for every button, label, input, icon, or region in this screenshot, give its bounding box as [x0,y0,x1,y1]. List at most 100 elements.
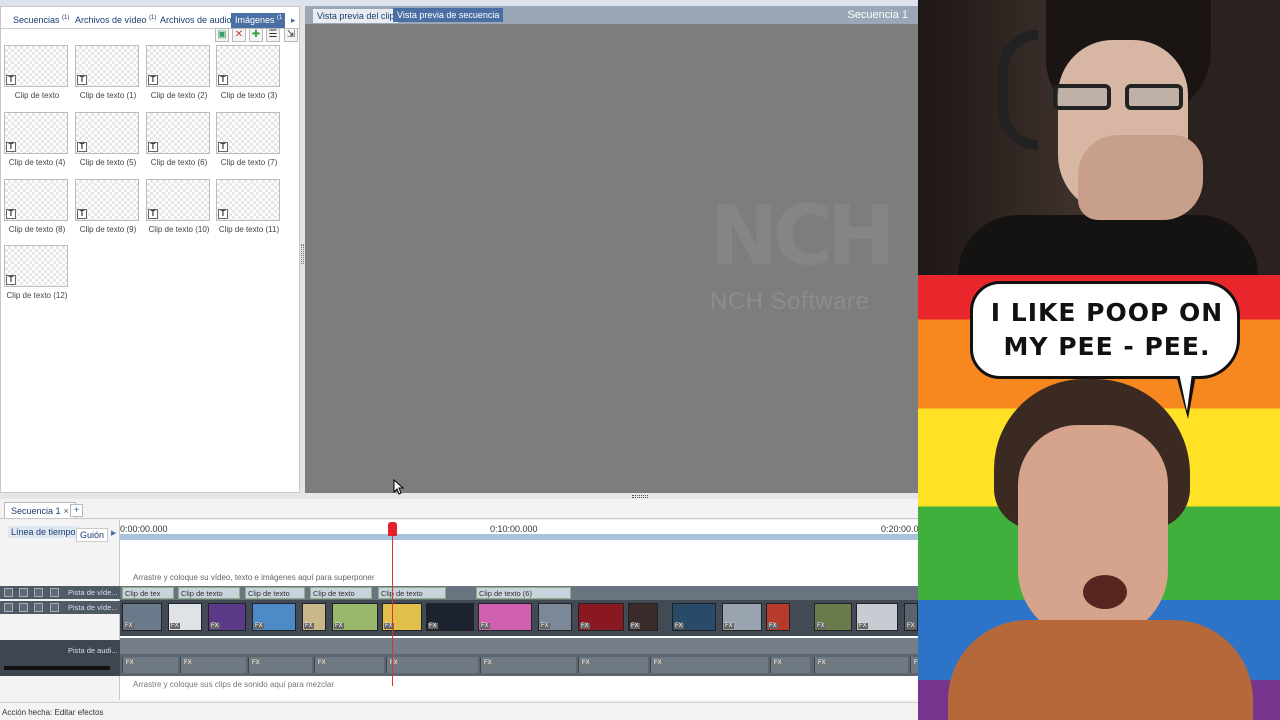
fx-icon[interactable]: FX [768,623,778,629]
video-clip[interactable]: FX [252,603,296,631]
video-clip[interactable]: FX [332,603,378,631]
audio-clip[interactable]: FX [314,657,384,673]
media-item[interactable]: T Clip de texto (2) [146,45,212,100]
close-icon[interactable]: × [64,506,69,516]
media-item[interactable]: T Clip de texto (4) [4,112,70,167]
audio-clip[interactable]: FX [386,657,478,673]
fx-icon[interactable]: FX [773,660,783,666]
fx-icon[interactable]: FX [630,623,640,629]
video-clip[interactable]: FX [426,603,474,631]
fx-icon[interactable]: FX [580,623,590,629]
add-sequence-button[interactable]: + [70,504,83,517]
text-clip[interactable]: Clip de texto [378,587,446,599]
lock-icon[interactable] [34,603,43,612]
fx-icon[interactable]: FX [183,660,193,666]
fx-icon[interactable]: FX [170,623,180,629]
resize-icon[interactable]: ⇲ [284,28,298,42]
fx-icon[interactable]: FX [210,623,220,629]
audio-clip[interactable]: FX [578,657,648,673]
media-item[interactable]: T Clip de texto (7) [216,112,282,167]
track-toggle-icon[interactable] [4,603,13,612]
fx-icon[interactable]: FX [254,623,264,629]
media-item[interactable]: T Clip de texto (6) [146,112,212,167]
video-clip[interactable]: FX [382,603,422,631]
eye-icon[interactable] [19,603,28,612]
playhead-line[interactable] [392,524,393,686]
media-item[interactable]: T Clip de texto (5) [75,112,141,167]
tab-clip-preview[interactable]: Vista previa del clip [313,9,399,23]
tab-sequence-preview[interactable]: Vista previa de secuencia [393,8,504,22]
audio-clip[interactable]: FX [248,657,312,673]
fx-icon[interactable]: FX [483,660,493,666]
video-clip[interactable]: FX [208,603,246,631]
fx-icon[interactable]: FX [125,660,135,666]
video-clip[interactable]: FX [856,603,898,631]
video-track-2-lane[interactable]: FX FX FX FX FX FX FX FX FX FX FX FX FX F… [120,600,918,636]
media-item[interactable]: T Clip de texto (10) [146,179,212,234]
fx-icon[interactable]: FX [334,623,344,629]
fx-icon[interactable]: FX [304,623,314,629]
video-clip[interactable]: FX [904,603,918,631]
video-track-1-lane[interactable]: Clip de tex Clip de texto Clip de texto … [120,586,918,600]
fx-icon[interactable]: FX [674,623,684,629]
fx-icon[interactable]: FX [653,660,663,666]
preview-canvas[interactable]: NCH NCH Software [305,24,918,493]
video-clip[interactable]: FX [766,603,790,631]
media-item[interactable]: T Clip de texto (1) [75,45,141,100]
audio-clip[interactable]: FX [480,657,576,673]
audio-clip[interactable]: FX [122,657,178,673]
media-item[interactable]: T Clip de texto (11) [216,179,282,234]
audio-clip[interactable]: FX [770,657,810,673]
sequence-tab[interactable]: Secuencia 1 × [4,502,76,518]
tab-images[interactable]: Imágenes (1 [231,13,286,28]
media-item[interactable]: T Clip de texto (3) [216,45,282,100]
text-clip[interactable]: Clip de texto [310,587,372,599]
video-clip[interactable]: FX [302,603,326,631]
list-view-icon[interactable]: ☰ [266,28,280,42]
fx-icon[interactable]: FX [817,660,827,666]
video-clip[interactable]: FX [672,603,716,631]
chevron-right-icon[interactable]: ▶ [111,529,116,537]
video-clip[interactable]: FX [814,603,852,631]
fx-icon[interactable]: FX [540,623,550,629]
audio-track-lane[interactable]: FX FX FX FX FX FX FX FX FX FX FX [120,654,918,676]
video-clip[interactable]: FX [538,603,572,631]
fx-icon[interactable]: FX [317,660,327,666]
text-clip[interactable]: Clip de texto [245,587,305,599]
media-item[interactable]: T Clip de texto [4,45,70,100]
text-clip[interactable]: Clip de texto (6) [476,587,571,599]
audio-clip[interactable]: FX [650,657,768,673]
track-menu-icon[interactable] [50,603,59,612]
track-menu-icon[interactable] [50,588,59,597]
tab-sequences[interactable]: Secuencias (1) [9,13,69,28]
tab-timeline[interactable]: Línea de tiempo [8,526,79,538]
add-green-icon[interactable]: ✚ [249,28,263,42]
fx-icon[interactable]: FX [124,623,134,629]
lock-icon[interactable] [34,588,43,597]
audio-clip[interactable]: FX [814,657,908,673]
fx-icon[interactable]: FX [906,623,916,629]
tab-audio-files[interactable]: Archivos de audio [156,13,232,28]
media-item[interactable]: T Clip de texto (9) [75,179,141,234]
fx-icon[interactable]: FX [724,623,734,629]
video-clip[interactable]: FX [478,603,532,631]
add-media-icon[interactable]: ▣ [215,28,229,42]
media-item[interactable]: T Clip de texto (8) [4,179,70,234]
audio-clip[interactable]: FX [180,657,246,673]
track-toggle-icon[interactable] [4,588,13,597]
tab-scroll-right-icon[interactable]: ▸ [287,13,296,28]
fx-icon[interactable]: FX [428,623,438,629]
text-clip[interactable]: Clip de tex [122,587,174,599]
fx-icon[interactable]: FX [480,623,490,629]
video-clip[interactable]: FX [168,603,202,631]
fx-icon[interactable]: FX [816,623,826,629]
video-clip[interactable]: FX [628,603,658,631]
fx-icon[interactable]: FX [581,660,591,666]
fx-icon[interactable]: FX [858,623,868,629]
media-item[interactable]: T Clip de texto (12) [4,245,70,300]
tab-storyboard[interactable]: Guión [76,528,109,542]
video-clip[interactable]: FX [122,603,162,631]
video-clip[interactable]: FX [578,603,624,631]
audio-track-envelope[interactable] [120,638,918,654]
text-clip[interactable]: Clip de texto [178,587,240,599]
